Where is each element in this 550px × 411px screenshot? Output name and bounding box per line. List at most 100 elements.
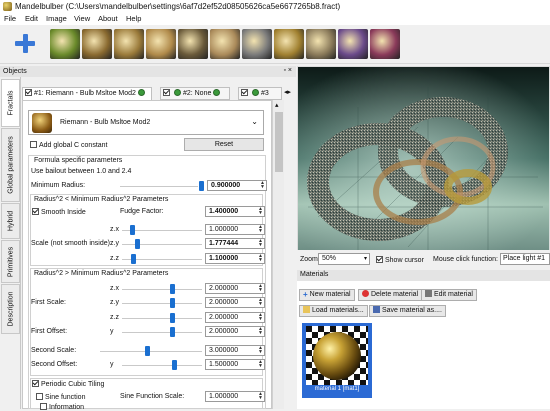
menu-about[interactable]: About bbox=[98, 14, 118, 24]
tab-fractal-3[interactable]: #3 bbox=[238, 87, 282, 100]
mouse-function-label: Mouse click function: bbox=[433, 256, 498, 263]
reset-button[interactable]: Reset bbox=[184, 138, 264, 151]
preset-thumbnail[interactable] bbox=[306, 29, 336, 59]
tab-hybrid[interactable]: Hybrid bbox=[1, 203, 20, 239]
scrollbar-thumb[interactable] bbox=[275, 112, 283, 172]
zoom-label: Zoom: bbox=[300, 256, 320, 263]
first-offset-input[interactable]: 2.000000 ▲ ▼ bbox=[205, 326, 265, 337]
tab-primitives[interactable]: Primitives bbox=[1, 240, 20, 283]
min-radius-slider-handle[interactable] bbox=[199, 181, 204, 191]
load-materials-button[interactable]: Load materials... bbox=[299, 305, 368, 317]
preset-thumbnail[interactable] bbox=[338, 29, 368, 59]
new-material-button[interactable]: + New material bbox=[299, 289, 355, 301]
formula-select[interactable]: Riemann - Bulb Msltoe Mod2 ⌄ bbox=[28, 110, 264, 135]
first-offset-slider-handle[interactable] bbox=[170, 327, 175, 337]
material-list-item[interactable]: material 1 [mat1] bbox=[302, 323, 372, 398]
tab-global-parameters[interactable]: Global parameters bbox=[1, 128, 20, 202]
menu-image[interactable]: Image bbox=[46, 14, 67, 24]
plus-icon[interactable] bbox=[14, 32, 36, 54]
menu-bar: File Edit Image View About Help bbox=[0, 13, 550, 25]
preset-thumbnail[interactable] bbox=[82, 29, 112, 59]
information-checkbox[interactable]: Information bbox=[40, 403, 84, 411]
first-offset-label: First Offset: bbox=[31, 328, 68, 335]
chevron-down-icon: ▾ bbox=[363, 256, 367, 262]
tab-fractal-2[interactable]: #2: None bbox=[160, 87, 230, 100]
first-offset-slider[interactable] bbox=[122, 332, 202, 333]
close-icon[interactable]: × bbox=[288, 67, 292, 74]
first-scale-y-slider[interactable] bbox=[122, 303, 202, 304]
material-caption: material 1 [mat1] bbox=[314, 386, 360, 392]
preset-thumbnail[interactable] bbox=[210, 29, 240, 59]
scale-y-slider[interactable] bbox=[122, 244, 202, 245]
sine-function-checkbox[interactable]: Sine function bbox=[36, 393, 85, 401]
preset-thumbnail[interactable] bbox=[274, 29, 304, 59]
app-icon bbox=[3, 2, 12, 11]
preset-thumbnail[interactable] bbox=[146, 29, 176, 59]
preset-thumbnail[interactable] bbox=[242, 29, 272, 59]
tab-scroll-arrows[interactable]: ◂▸ bbox=[284, 88, 291, 96]
smooth-inside-checkbox[interactable]: Smooth Inside bbox=[32, 208, 86, 216]
tab-description[interactable]: Description bbox=[1, 284, 20, 334]
first-scale-x-slider[interactable] bbox=[122, 289, 202, 290]
second-scale-input[interactable]: 3.000000 ▲ ▼ bbox=[205, 345, 265, 356]
fudge-factor-input[interactable]: 1.400000 ▲ ▼ bbox=[205, 206, 265, 217]
first-scale-x-slider-handle[interactable] bbox=[170, 284, 175, 294]
periodic-tiling-checkbox[interactable]: Periodic Cubic Tiling bbox=[32, 380, 104, 388]
first-scale-z-input[interactable]: 2.000000 ▲ ▼ bbox=[205, 312, 265, 323]
enable-checkbox[interactable] bbox=[163, 89, 170, 96]
folder-icon bbox=[303, 306, 310, 313]
first-scale-z-slider[interactable] bbox=[122, 318, 202, 319]
min-radius-input[interactable]: 0.900000 ▲ ▼ bbox=[207, 180, 267, 191]
preset-thumbnail[interactable] bbox=[370, 29, 400, 59]
second-offset-slider[interactable] bbox=[122, 365, 202, 366]
second-offset-input[interactable]: 1.500000 ▲ ▼ bbox=[205, 359, 265, 370]
preset-toolbar bbox=[0, 25, 550, 64]
scale-x-input[interactable]: 1.000000 ▲ ▼ bbox=[205, 224, 265, 235]
zoom-select[interactable]: 50% ▾ bbox=[318, 253, 370, 265]
edit-material-button[interactable]: Edit material bbox=[421, 289, 477, 301]
scale-x-label: z.x bbox=[110, 226, 119, 233]
first-scale-z-slider-handle[interactable] bbox=[170, 313, 175, 323]
status-icon bbox=[174, 89, 181, 96]
delete-material-button[interactable]: Delete material bbox=[358, 289, 423, 301]
scale-y-input[interactable]: 1.777444 ▲ ▼ bbox=[205, 238, 265, 249]
delete-icon bbox=[362, 290, 369, 297]
formula-thumbnail bbox=[32, 113, 52, 133]
scale-z-input[interactable]: 1.100000 ▲ ▼ bbox=[205, 253, 265, 264]
settings-scrollbar[interactable]: ▴ bbox=[272, 100, 284, 409]
menu-view[interactable]: View bbox=[74, 14, 90, 24]
second-scale-slider[interactable] bbox=[100, 351, 202, 352]
preset-thumbnail[interactable] bbox=[50, 29, 80, 59]
tab-fractals[interactable]: Fractals bbox=[1, 79, 20, 127]
mouse-function-select[interactable]: Place light #1 bbox=[500, 253, 550, 265]
formula-name: Riemann - Bulb Msltoe Mod2 bbox=[60, 119, 151, 126]
scale-y-slider-handle[interactable] bbox=[135, 239, 140, 249]
second-offset-y-label: y bbox=[110, 361, 114, 368]
scale-z-slider-handle[interactable] bbox=[131, 254, 136, 264]
float-icon[interactable]: ▫ bbox=[283, 67, 285, 74]
first-scale-x-input[interactable]: 2.000000 ▲ ▼ bbox=[205, 283, 265, 294]
preset-thumbnail[interactable] bbox=[178, 29, 208, 59]
show-cursor-checkbox[interactable]: Show cursor bbox=[376, 256, 424, 264]
enable-checkbox[interactable] bbox=[25, 89, 32, 96]
first-scale-y-slider-handle[interactable] bbox=[170, 298, 175, 308]
menu-edit[interactable]: Edit bbox=[25, 14, 38, 24]
save-material-button[interactable]: Save material as.... bbox=[369, 305, 446, 317]
edit-icon bbox=[425, 290, 432, 297]
sine-scale-input[interactable]: 1.000000 ▲ ▼ bbox=[205, 391, 265, 402]
preset-thumbnail[interactable] bbox=[114, 29, 144, 59]
second-offset-slider-handle[interactable] bbox=[172, 360, 177, 370]
menu-file[interactable]: File bbox=[4, 14, 16, 24]
first-scale-y-input[interactable]: 2.000000 ▲ ▼ bbox=[205, 297, 265, 308]
fractal-tabs: #1: Riemann - Bulb Msltoe Mod2 #2: None … bbox=[22, 87, 296, 100]
second-scale-slider-handle[interactable] bbox=[145, 346, 150, 356]
status-icon bbox=[137, 89, 145, 96]
tab-fractal-1[interactable]: #1: Riemann - Bulb Msltoe Mod2 bbox=[22, 87, 152, 100]
scroll-up-icon[interactable]: ▴ bbox=[275, 101, 279, 109]
min-radius-slider[interactable] bbox=[120, 186, 198, 187]
menu-help[interactable]: Help bbox=[126, 14, 141, 24]
enable-checkbox[interactable] bbox=[241, 89, 248, 96]
render-view[interactable] bbox=[298, 67, 549, 250]
add-global-c-checkbox[interactable]: Add global C constant bbox=[30, 141, 108, 149]
scale-x-slider-handle[interactable] bbox=[130, 225, 135, 235]
